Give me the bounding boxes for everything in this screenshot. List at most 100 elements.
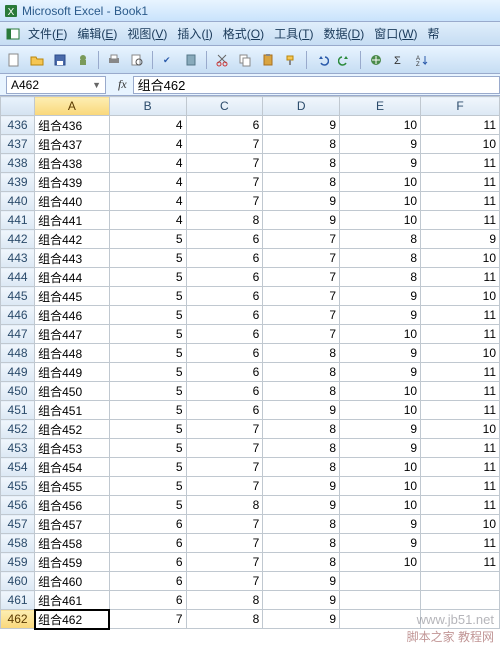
row-header[interactable]: 440 <box>1 192 35 211</box>
cell[interactable]: 6 <box>186 287 263 306</box>
cell[interactable]: 8 <box>263 420 340 439</box>
cell[interactable]: 9 <box>263 401 340 420</box>
row-header[interactable]: 459 <box>1 553 35 572</box>
cell[interactable]: 8 <box>263 553 340 572</box>
row-header[interactable]: 448 <box>1 344 35 363</box>
cell[interactable]: 6 <box>186 325 263 344</box>
cell[interactable]: 4 <box>109 192 186 211</box>
cell[interactable]: 组合450 <box>35 382 110 401</box>
row-header[interactable]: 439 <box>1 173 35 192</box>
cell[interactable]: 7 <box>186 154 263 173</box>
cell[interactable]: 6 <box>186 230 263 249</box>
row-header[interactable]: 460 <box>1 572 35 591</box>
cell[interactable]: 10 <box>421 287 500 306</box>
cell[interactable]: 组合459 <box>35 553 110 572</box>
cell[interactable]: 组合437 <box>35 135 110 154</box>
cell[interactable]: 组合457 <box>35 515 110 534</box>
open-icon[interactable] <box>27 50 47 70</box>
cell[interactable]: 7 <box>186 477 263 496</box>
cell[interactable]: 6 <box>186 249 263 268</box>
row-header[interactable]: 442 <box>1 230 35 249</box>
cell[interactable]: 6 <box>109 572 186 591</box>
cell[interactable]: 5 <box>109 439 186 458</box>
name-box[interactable]: A462 ▼ <box>6 76 106 94</box>
cell[interactable]: 10 <box>421 135 500 154</box>
cell[interactable]: 6 <box>186 382 263 401</box>
row-header[interactable]: 452 <box>1 420 35 439</box>
row-header[interactable]: 437 <box>1 135 35 154</box>
cell[interactable]: 8 <box>340 230 421 249</box>
cell[interactable]: 9 <box>340 154 421 173</box>
cell[interactable]: 组合445 <box>35 287 110 306</box>
row-header[interactable]: 456 <box>1 496 35 515</box>
cell[interactable]: 组合448 <box>35 344 110 363</box>
cell[interactable]: 9 <box>263 477 340 496</box>
menu-view[interactable]: 视图(V) <box>123 23 171 44</box>
cell[interactable]: 8 <box>263 382 340 401</box>
cell[interactable]: 10 <box>340 401 421 420</box>
cell[interactable]: 8 <box>340 249 421 268</box>
cell[interactable]: 7 <box>263 287 340 306</box>
cell[interactable]: 组合443 <box>35 249 110 268</box>
column-header-B[interactable]: B <box>109 97 186 116</box>
research-icon[interactable] <box>181 50 201 70</box>
cell[interactable]: 8 <box>263 135 340 154</box>
cell[interactable]: 9 <box>340 420 421 439</box>
cell[interactable]: 7 <box>186 515 263 534</box>
cell[interactable]: 9 <box>263 192 340 211</box>
cell[interactable]: 11 <box>421 439 500 458</box>
hyperlink-icon[interactable] <box>366 50 386 70</box>
cell[interactable]: 9 <box>340 344 421 363</box>
cell[interactable]: 9 <box>340 287 421 306</box>
cell[interactable]: 10 <box>421 515 500 534</box>
row-header[interactable]: 450 <box>1 382 35 401</box>
cell[interactable]: 5 <box>109 268 186 287</box>
cell[interactable]: 11 <box>421 553 500 572</box>
cell[interactable]: 组合458 <box>35 534 110 553</box>
row-header[interactable]: 453 <box>1 439 35 458</box>
cell[interactable]: 5 <box>109 401 186 420</box>
cell[interactable]: 8 <box>186 591 263 610</box>
paste-icon[interactable] <box>258 50 278 70</box>
cell[interactable]: 9 <box>263 572 340 591</box>
cell[interactable]: 10 <box>421 420 500 439</box>
cell[interactable]: 10 <box>421 344 500 363</box>
cell[interactable] <box>421 591 500 610</box>
cell[interactable]: 5 <box>109 325 186 344</box>
row-header[interactable]: 454 <box>1 458 35 477</box>
cell[interactable]: 8 <box>263 344 340 363</box>
row-header[interactable]: 457 <box>1 515 35 534</box>
cell[interactable]: 7 <box>263 306 340 325</box>
menu-window[interactable]: 窗口(W) <box>370 23 421 44</box>
cell[interactable]: 组合454 <box>35 458 110 477</box>
cell[interactable]: 9 <box>340 306 421 325</box>
cell[interactable]: 11 <box>421 192 500 211</box>
cut-icon[interactable] <box>212 50 232 70</box>
row-header[interactable]: 445 <box>1 287 35 306</box>
cell[interactable]: 7 <box>109 610 186 629</box>
print-icon[interactable] <box>104 50 124 70</box>
cell[interactable]: 6 <box>186 363 263 382</box>
cell[interactable]: 9 <box>263 211 340 230</box>
cell[interactable]: 5 <box>109 230 186 249</box>
row-header[interactable]: 438 <box>1 154 35 173</box>
menu-format[interactable]: 格式(O) <box>219 23 268 44</box>
name-box-dropdown-icon[interactable]: ▼ <box>92 80 101 90</box>
cell[interactable]: 5 <box>109 477 186 496</box>
row-header[interactable]: 436 <box>1 116 35 135</box>
cell[interactable]: 7 <box>186 420 263 439</box>
cell[interactable] <box>421 610 500 629</box>
cell[interactable]: 10 <box>340 458 421 477</box>
cell[interactable]: 11 <box>421 211 500 230</box>
cell[interactable]: 组合460 <box>35 572 110 591</box>
cell[interactable]: 9 <box>340 439 421 458</box>
row-header[interactable]: 444 <box>1 268 35 287</box>
menu-edit[interactable]: 编辑(E) <box>73 23 121 44</box>
cell[interactable]: 10 <box>340 496 421 515</box>
cell[interactable]: 10 <box>340 211 421 230</box>
cell[interactable]: 组合455 <box>35 477 110 496</box>
cell[interactable] <box>340 610 421 629</box>
cell[interactable]: 9 <box>340 135 421 154</box>
cell[interactable]: 11 <box>421 458 500 477</box>
cell[interactable]: 6 <box>109 534 186 553</box>
